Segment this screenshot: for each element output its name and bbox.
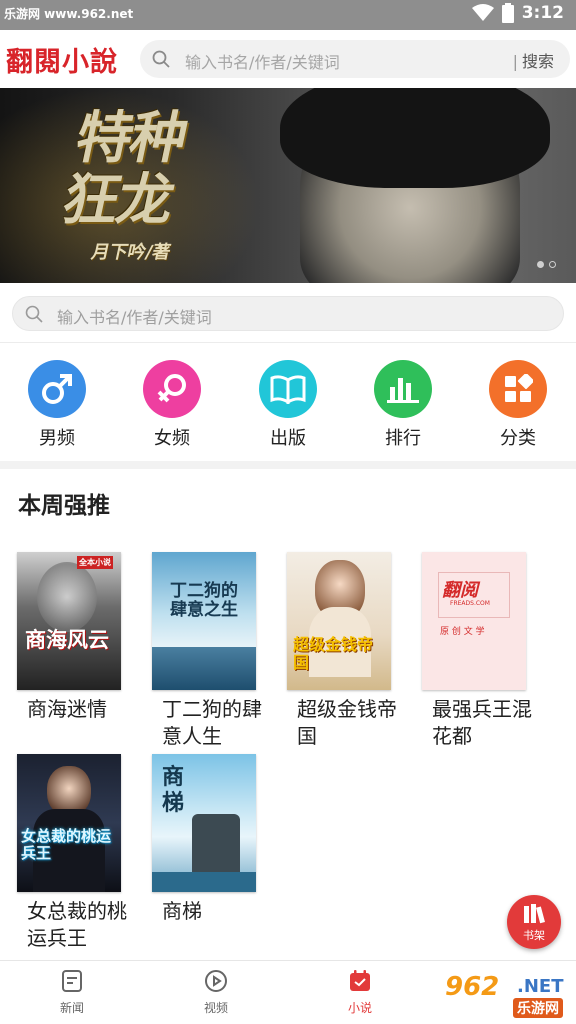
book-title: 商梯 bbox=[162, 899, 202, 923]
cover-title: 商梯 bbox=[162, 764, 185, 816]
book-cover: 翻阅 FREADS.COM 原 创 文 学 bbox=[422, 552, 526, 690]
nav-news[interactable]: 新闻 bbox=[36, 969, 108, 1016]
status-time: 3:12 bbox=[521, 3, 564, 23]
book-card[interactable]: 商梯 商梯 bbox=[152, 754, 272, 925]
banner-dot-active[interactable] bbox=[537, 261, 544, 268]
banner-pagination[interactable] bbox=[537, 261, 556, 268]
category-label: 女频 bbox=[154, 428, 190, 449]
book-cover: 女总裁的桃运兵王 bbox=[17, 754, 121, 892]
search-button-label: 搜索 bbox=[521, 52, 554, 71]
book-title: 女总裁的桃运兵王 bbox=[27, 899, 127, 950]
search-icon bbox=[25, 305, 43, 323]
divider bbox=[0, 342, 576, 343]
nav-novel[interactable]: 小说 bbox=[324, 969, 396, 1016]
app-screen: 乐游网 www.962.net 3:12 翻閱小說 输入书名/作者/关键词 | 搜… bbox=[0, 0, 576, 1024]
cover-title: 超级金钱帝国 bbox=[293, 635, 374, 672]
search-icon bbox=[152, 50, 170, 68]
cover-title: 女总裁的桃运兵王 bbox=[21, 827, 112, 862]
app-logo: 翻閱小說 bbox=[6, 47, 118, 78]
featured-banner[interactable]: 特种 狂龙 月下吟/著 bbox=[0, 88, 576, 283]
category-female[interactable]: 女频 bbox=[132, 360, 212, 450]
section-title: 本周强推 bbox=[18, 493, 110, 519]
book-cover: 超级金钱帝国 bbox=[287, 552, 391, 690]
status-bar: 乐游网 www.962.net 3:12 bbox=[0, 0, 576, 30]
book-cover: 商海风云 全本小说 bbox=[17, 552, 121, 690]
cover-logo: 翻阅 bbox=[442, 580, 478, 601]
book-cover: 丁二狗的肆意之生 bbox=[152, 552, 256, 690]
grid-icon bbox=[489, 360, 547, 418]
cover-tagline: 原 创 文 学 bbox=[440, 627, 485, 637]
nav-label: 新闻 bbox=[59, 1001, 84, 1015]
book-cover: 商梯 bbox=[152, 754, 256, 892]
book-open-icon bbox=[259, 360, 317, 418]
news-icon bbox=[62, 970, 82, 992]
category-label: 出版 bbox=[270, 428, 306, 449]
cover-badge: 全本小说 bbox=[77, 556, 113, 569]
battery-icon bbox=[501, 3, 514, 23]
book-card[interactable]: 商海风云 全本小说 商海迷情 bbox=[17, 552, 137, 723]
book-title: 商海迷情 bbox=[27, 697, 107, 721]
wifi-icon bbox=[471, 4, 494, 21]
nav-label: 视频 bbox=[203, 1001, 228, 1015]
category-ranking[interactable]: 排行 bbox=[363, 360, 443, 450]
cover-title: 商海风云 bbox=[25, 628, 109, 652]
app-header: 翻閱小說 输入书名/作者/关键词 | 搜索 bbox=[0, 30, 576, 88]
banner-dot[interactable] bbox=[549, 261, 556, 268]
bar-chart-icon bbox=[374, 360, 432, 418]
bookshelf-label: 书架 bbox=[523, 929, 545, 942]
bookshelf-button[interactable]: 书架 bbox=[507, 895, 561, 949]
book-card[interactable]: 超级金钱帝国 超级金钱帝国 bbox=[287, 552, 407, 750]
category-male[interactable]: 男频 bbox=[17, 360, 97, 450]
header-search-bar[interactable]: 输入书名/作者/关键词 | 搜索 bbox=[140, 40, 570, 78]
book-title: 超级金钱帝国 bbox=[297, 697, 397, 748]
category-publish[interactable]: 出版 bbox=[248, 360, 328, 450]
search-button[interactable]: | 搜索 bbox=[513, 48, 554, 72]
content-search-bar[interactable]: 输入书名/作者/关键词 bbox=[12, 296, 564, 331]
site-watermark-logo: 962 .NET 乐游网 bbox=[445, 972, 564, 1018]
play-icon bbox=[205, 970, 227, 992]
bookshelf-icon bbox=[524, 904, 545, 924]
cover-title: 丁二狗的肆意之生 bbox=[170, 581, 238, 620]
novel-icon bbox=[350, 970, 370, 991]
content-search-input[interactable]: 输入书名/作者/关键词 bbox=[57, 304, 212, 328]
category-label: 男频 bbox=[39, 428, 75, 449]
female-icon bbox=[143, 360, 201, 418]
category-classify[interactable]: 分类 bbox=[478, 360, 558, 450]
book-card[interactable]: 女总裁的桃运兵王 女总裁的桃运兵王 bbox=[17, 754, 137, 952]
cover-site: FREADS.COM bbox=[450, 600, 490, 607]
banner-author: 月下吟/著 bbox=[89, 242, 173, 263]
book-card[interactable]: 翻阅 FREADS.COM 原 创 文 学 最强兵王混花都 bbox=[422, 552, 542, 750]
male-icon bbox=[28, 360, 86, 418]
status-watermark: 乐游网 www.962.net bbox=[4, 7, 134, 21]
category-label: 分类 bbox=[500, 428, 536, 449]
header-search-input[interactable]: 输入书名/作者/关键词 bbox=[185, 49, 340, 73]
section-divider bbox=[0, 461, 576, 469]
status-right: 3:12 bbox=[471, 3, 564, 23]
book-card[interactable]: 丁二狗的肆意之生 丁二狗的肆意人生 bbox=[152, 552, 272, 750]
nav-label: 小说 bbox=[347, 1001, 372, 1015]
category-label: 排行 bbox=[385, 428, 421, 449]
book-title: 丁二狗的肆意人生 bbox=[162, 697, 262, 748]
nav-video[interactable]: 视频 bbox=[180, 969, 252, 1016]
book-title: 最强兵王混花都 bbox=[432, 697, 532, 748]
